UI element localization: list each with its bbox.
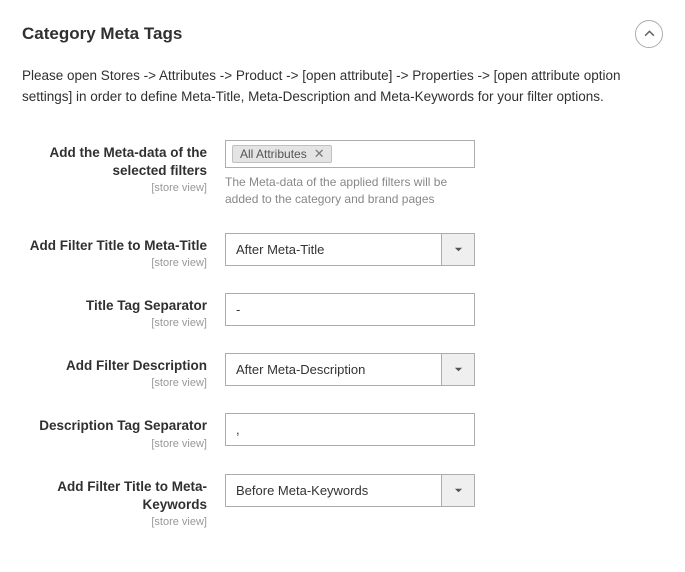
title-tag-separator-input[interactable] xyxy=(225,293,475,326)
select-value: Before Meta-Keywords xyxy=(225,474,442,507)
scope-label: [store view] xyxy=(22,317,207,329)
scope-label: [store view] xyxy=(22,438,207,450)
chevron-up-icon xyxy=(644,27,655,42)
tag-chip-label: All Attributes xyxy=(240,147,307,161)
filter-title-meta-title-select[interactable]: After Meta-Title xyxy=(225,233,475,266)
field-control: Before Meta-Keywords xyxy=(225,474,475,507)
section-header: Category Meta Tags xyxy=(22,12,663,66)
field-label-col: Add the Meta-data of the selected filter… xyxy=(22,140,225,194)
close-icon[interactable]: ✕ xyxy=(312,147,327,160)
description-tag-separator-input[interactable] xyxy=(225,413,475,446)
scope-label: [store view] xyxy=(22,182,207,194)
section-title: Category Meta Tags xyxy=(22,24,182,44)
field-label-col: Add Filter Description [store view] xyxy=(22,353,225,389)
chevron-down-icon xyxy=(442,233,475,266)
field-note: The Meta-data of the applied filters wil… xyxy=(225,174,470,209)
scope-label: [store view] xyxy=(22,257,207,269)
tag-chip: All Attributes ✕ xyxy=(232,145,332,163)
field-meta-data-selected: Add the Meta-data of the selected filter… xyxy=(22,140,663,209)
field-label-col: Title Tag Separator [store view] xyxy=(22,293,225,329)
field-label-col: Description Tag Separator [store view] xyxy=(22,413,225,449)
attributes-tag-input[interactable]: All Attributes ✕ xyxy=(225,140,475,168)
field-label: Description Tag Separator xyxy=(22,417,207,435)
field-filter-description: Add Filter Description [store view] Afte… xyxy=(22,353,663,389)
chevron-down-icon xyxy=(442,474,475,507)
field-control: After Meta-Title xyxy=(225,233,475,266)
chevron-down-icon xyxy=(442,353,475,386)
select-value: After Meta-Title xyxy=(225,233,442,266)
field-title-tag-separator: Title Tag Separator [store view] xyxy=(22,293,663,329)
field-filter-title-meta-keywords: Add Filter Title to Meta-Keywords [store… xyxy=(22,474,663,528)
field-label: Title Tag Separator xyxy=(22,297,207,315)
field-label: Add the Meta-data of the selected filter… xyxy=(22,144,207,180)
scope-label: [store view] xyxy=(22,377,207,389)
field-filter-title-meta-title: Add Filter Title to Meta-Title [store vi… xyxy=(22,233,663,269)
filter-title-meta-keywords-select[interactable]: Before Meta-Keywords xyxy=(225,474,475,507)
filter-description-select[interactable]: After Meta-Description xyxy=(225,353,475,386)
field-control: After Meta-Description xyxy=(225,353,475,386)
scope-label: [store view] xyxy=(22,516,207,528)
field-control xyxy=(225,413,475,446)
select-value: After Meta-Description xyxy=(225,353,442,386)
section-description: Please open Stores -> Attributes -> Prod… xyxy=(22,66,663,108)
field-label-col: Add Filter Title to Meta-Title [store vi… xyxy=(22,233,225,269)
field-label: Add Filter Description xyxy=(22,357,207,375)
field-control xyxy=(225,293,475,326)
collapse-toggle-button[interactable] xyxy=(635,20,663,48)
field-description-tag-separator: Description Tag Separator [store view] xyxy=(22,413,663,449)
field-label-col: Add Filter Title to Meta-Keywords [store… xyxy=(22,474,225,528)
field-control: All Attributes ✕ The Meta-data of the ap… xyxy=(225,140,475,209)
field-label: Add Filter Title to Meta-Keywords xyxy=(22,478,207,514)
field-label: Add Filter Title to Meta-Title xyxy=(22,237,207,255)
